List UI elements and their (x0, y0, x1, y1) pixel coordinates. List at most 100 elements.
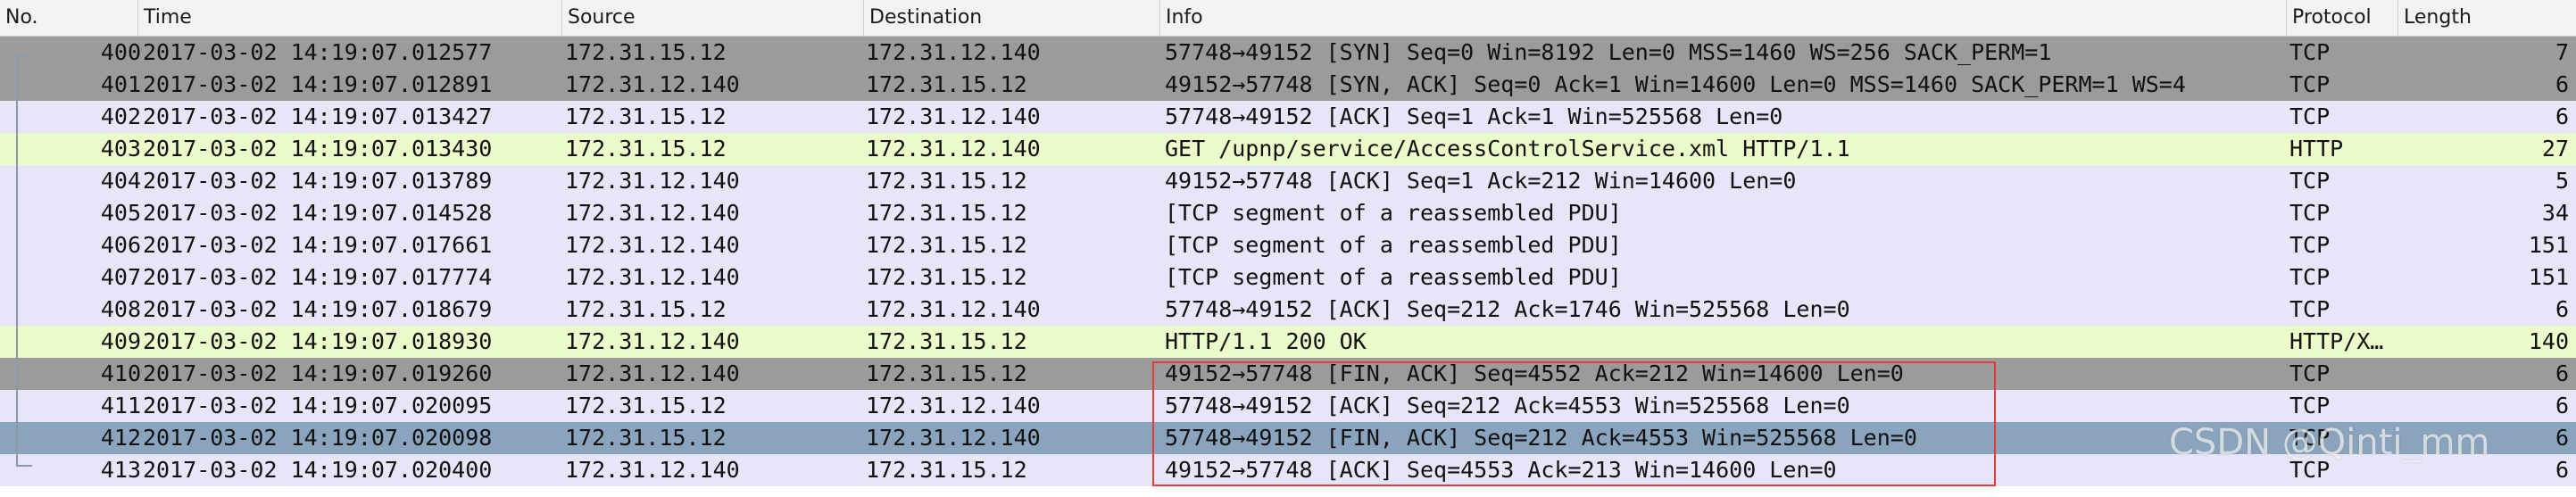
packet-info: 57748→49152 [ACK] Seq=1 Ack=1 Win=525568… (1165, 104, 1783, 129)
packet-row[interactable]: 410 2017-03-02 14:19:07.019260 172.31.12… (0, 358, 2576, 390)
conversation-bracket-end (16, 465, 32, 467)
packet-source: 172.31.15.12 (565, 136, 727, 162)
packet-length: 5 (2555, 168, 2569, 194)
packet-no: 411 (100, 393, 141, 418)
packet-time: 2017-03-02 14:19:07.020095 (143, 393, 493, 418)
column-header-length[interactable]: Length (2398, 0, 2576, 36)
packet-destination: 172.31.15.12 (866, 168, 1027, 194)
packet-protocol: HTTP (2289, 136, 2344, 162)
packet-destination: 172.31.15.12 (866, 232, 1027, 258)
packet-protocol: TCP (2289, 104, 2331, 129)
packet-row[interactable]: 408 2017-03-02 14:19:07.018679 172.31.15… (0, 294, 2576, 326)
packet-time: 2017-03-02 14:19:07.020400 (143, 457, 493, 483)
packet-protocol: TCP (2289, 264, 2331, 290)
packet-length: 7 (2555, 39, 2569, 65)
packet-row[interactable]: 401 2017-03-02 14:19:07.012891 172.31.12… (0, 69, 2576, 101)
packet-info: GET /upnp/service/AccessControlService.x… (1165, 136, 1850, 162)
packet-source: 172.31.15.12 (565, 296, 727, 322)
packet-destination: 172.31.15.12 (866, 71, 1027, 97)
packet-length: 34 (2541, 200, 2569, 226)
packet-source: 172.31.12.140 (565, 328, 740, 354)
packet-no: 407 (100, 264, 141, 290)
packet-row[interactable]: 407 2017-03-02 14:19:07.017774 172.31.12… (0, 261, 2576, 294)
packet-row[interactable]: 405 2017-03-02 14:19:07.014528 172.31.12… (0, 197, 2576, 229)
packet-protocol: TCP (2289, 457, 2331, 483)
packet-time: 2017-03-02 14:19:07.013430 (143, 136, 493, 162)
column-header-time[interactable]: Time (138, 0, 562, 36)
packet-destination: 172.31.12.140 (866, 425, 1041, 451)
packet-source: 172.31.15.12 (565, 104, 727, 129)
packet-protocol: HTTP/X… (2289, 328, 2384, 354)
packet-time: 2017-03-02 14:19:07.018930 (143, 328, 493, 354)
packet-destination: 172.31.12.140 (866, 39, 1041, 65)
packet-row[interactable]: 402 2017-03-02 14:19:07.013427 172.31.15… (0, 101, 2576, 133)
packet-destination: 172.31.15.12 (866, 200, 1027, 226)
packet-length: 6 (2555, 360, 2569, 386)
packet-length: 140 (2528, 328, 2569, 354)
packet-no: 406 (100, 232, 141, 258)
packet-info: 57748→49152 [SYN] Seq=0 Win=8192 Len=0 M… (1165, 39, 2052, 65)
packet-protocol: TCP (2289, 71, 2331, 97)
packet-no: 408 (100, 296, 141, 322)
packet-source: 172.31.12.140 (565, 232, 740, 258)
packet-source: 172.31.12.140 (565, 200, 740, 226)
packet-no: 402 (100, 104, 141, 129)
packet-source: 172.31.12.140 (565, 264, 740, 290)
packet-protocol: TCP (2289, 425, 2331, 451)
packet-no: 403 (100, 136, 141, 162)
packet-no: 404 (100, 168, 141, 194)
packet-info: 49152→57748 [SYN, ACK] Seq=0 Ack=1 Win=1… (1165, 71, 2186, 97)
packet-row[interactable]: 413 2017-03-02 14:19:07.020400 172.31.12… (0, 454, 2576, 486)
packet-list-header: No. Time Source Destination Info Protoco… (0, 0, 2576, 37)
packet-row[interactable]: 406 2017-03-02 14:19:07.017661 172.31.12… (0, 229, 2576, 261)
packet-destination: 172.31.12.140 (866, 296, 1041, 322)
packet-time: 2017-03-02 14:19:07.013427 (143, 104, 493, 129)
packet-destination: 172.31.15.12 (866, 264, 1027, 290)
packet-destination: 172.31.15.12 (866, 360, 1027, 386)
packet-protocol: TCP (2289, 232, 2331, 258)
packet-source: 172.31.12.140 (565, 168, 740, 194)
packet-length: 6 (2555, 296, 2569, 322)
packet-length: 6 (2555, 71, 2569, 97)
packet-info: 57748→49152 [ACK] Seq=212 Ack=1746 Win=5… (1165, 296, 1850, 322)
packet-no: 410 (100, 360, 141, 386)
packet-protocol: TCP (2289, 360, 2331, 386)
packet-length: 151 (2528, 232, 2569, 258)
packet-row[interactable]: 403 2017-03-02 14:19:07.013430 172.31.15… (0, 133, 2576, 165)
packet-destination: 172.31.15.12 (866, 457, 1027, 483)
packet-row[interactable]: 409 2017-03-02 14:19:07.018930 172.31.12… (0, 326, 2576, 358)
packet-row[interactable]: 412 2017-03-02 14:19:07.020098 172.31.15… (0, 422, 2576, 454)
packet-info: HTTP/1.1 200 OK (1165, 328, 1367, 354)
packet-length: 6 (2555, 393, 2569, 418)
packet-source: 172.31.12.140 (565, 457, 740, 483)
packet-time: 2017-03-02 14:19:07.017661 (143, 232, 493, 258)
packet-length: 27 (2541, 136, 2569, 162)
packet-length: 6 (2555, 104, 2569, 129)
column-header-info[interactable]: Info (1160, 0, 2287, 36)
packet-time: 2017-03-02 14:19:07.019260 (143, 360, 493, 386)
packet-no: 409 (100, 328, 141, 354)
packet-row[interactable]: 411 2017-03-02 14:19:07.020095 172.31.15… (0, 390, 2576, 422)
column-header-source[interactable]: Source (562, 0, 864, 36)
packet-info: [TCP segment of a reassembled PDU] (1165, 264, 1622, 290)
packet-length: 6 (2555, 457, 2569, 483)
packet-time: 2017-03-02 14:19:07.012891 (143, 71, 493, 97)
packet-no: 405 (100, 200, 141, 226)
packet-protocol: TCP (2289, 393, 2331, 418)
column-header-no[interactable]: No. (0, 0, 138, 36)
packet-no: 401 (100, 71, 141, 97)
column-header-protocol[interactable]: Protocol (2287, 0, 2398, 36)
packet-list: 400 2017-03-02 14:19:07.012577 172.31.15… (0, 37, 2576, 486)
packet-protocol: TCP (2289, 296, 2331, 322)
packet-row[interactable]: 400 2017-03-02 14:19:07.012577 172.31.15… (0, 37, 2576, 69)
packet-row[interactable]: 404 2017-03-02 14:19:07.013789 172.31.12… (0, 165, 2576, 197)
packet-time: 2017-03-02 14:19:07.012577 (143, 39, 493, 65)
packet-time: 2017-03-02 14:19:07.017774 (143, 264, 493, 290)
packet-time: 2017-03-02 14:19:07.014528 (143, 200, 493, 226)
packet-time: 2017-03-02 14:19:07.018679 (143, 296, 493, 322)
packet-info: 57748→49152 [ACK] Seq=212 Ack=4553 Win=5… (1165, 393, 1850, 418)
packet-source: 172.31.15.12 (565, 393, 727, 418)
column-header-destination[interactable]: Destination (864, 0, 1160, 36)
packet-time: 2017-03-02 14:19:07.013789 (143, 168, 493, 194)
packet-info: [TCP segment of a reassembled PDU] (1165, 232, 1622, 258)
